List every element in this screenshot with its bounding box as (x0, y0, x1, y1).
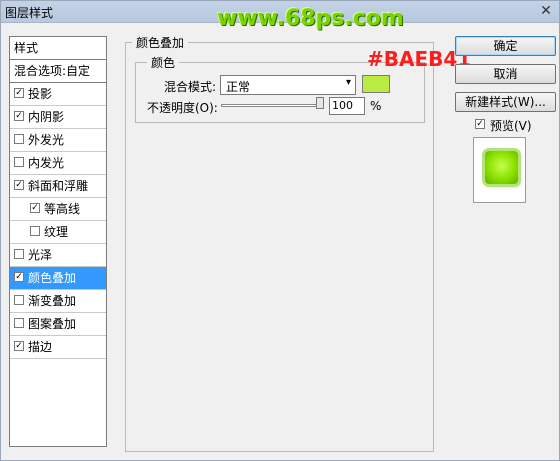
style-item-checkbox[interactable]: ✓ (14, 341, 24, 351)
blend-mode-select[interactable]: 正常 ▾ (220, 75, 356, 95)
color-overlay-title: 颜色叠加 (132, 34, 189, 51)
style-item-checkbox[interactable] (30, 226, 40, 236)
style-item-label: 外发光 (28, 133, 65, 147)
watermark: www.68ps.com (217, 6, 404, 31)
style-item-label: 颜色叠加 (28, 271, 77, 285)
preview-checkbox[interactable]: ✓ (475, 119, 485, 129)
window-title: 图层样式 (5, 6, 54, 20)
style-item-0[interactable]: ✓ 投影 (10, 83, 106, 106)
preview-swatch (485, 151, 518, 184)
layer-style-dialog: 图层样式 ✕ www.68ps.com 样式 混合选项:自定 ✓ 投影 ✓ 内阴影外发… (0, 0, 560, 461)
style-preview (473, 137, 526, 203)
style-item-checkbox[interactable] (14, 249, 24, 259)
style-item-label: 内发光 (28, 156, 65, 170)
style-item-8[interactable]: ✓ 颜色叠加 (10, 267, 106, 290)
overlay-color-swatch[interactable] (362, 75, 390, 93)
style-item-checkbox[interactable] (14, 157, 24, 167)
cancel-button[interactable]: 取消 (455, 64, 556, 84)
style-item-checkbox[interactable]: ✓ (14, 88, 24, 98)
style-item-label: 渐变叠加 (28, 294, 77, 308)
style-item-label: 光泽 (28, 248, 53, 262)
style-item-7[interactable]: 光泽 (10, 244, 106, 267)
style-item-label: 图案叠加 (28, 317, 77, 331)
style-item-1[interactable]: ✓ 内阴影 (10, 106, 106, 129)
style-item-3[interactable]: 内发光 (10, 152, 106, 175)
style-item-checkbox[interactable] (14, 318, 24, 328)
style-item-label: 纹理 (44, 225, 69, 239)
blend-mode-value: 正常 (226, 80, 251, 94)
style-item-checkbox[interactable]: ✓ (14, 272, 24, 282)
styles-header[interactable]: 样式 (10, 37, 106, 60)
style-item-checkbox[interactable]: ✓ (30, 203, 40, 213)
style-item-label: 等高线 (44, 202, 81, 216)
opacity-unit: % (370, 99, 382, 113)
style-item-10[interactable]: 图案叠加 (10, 313, 106, 336)
style-item-6[interactable]: 纹理 (10, 221, 106, 244)
new-style-button[interactable]: 新建样式(W)... (455, 92, 556, 112)
style-item-checkbox[interactable]: ✓ (14, 111, 24, 121)
blending-options-item[interactable]: 混合选项:自定 (10, 60, 106, 83)
style-item-label: 投影 (28, 87, 53, 101)
color-subgroup-title: 颜色 (147, 54, 180, 71)
style-item-9[interactable]: 渐变叠加 (10, 290, 106, 313)
chevron-down-icon: ▾ (345, 77, 351, 88)
style-item-2[interactable]: 外发光 (10, 129, 106, 152)
style-item-11[interactable]: ✓ 描边 (10, 336, 106, 359)
opacity-label: 不透明度(O): (147, 101, 218, 115)
style-item-checkbox[interactable] (14, 134, 24, 144)
close-icon[interactable]: ✕ (539, 4, 553, 18)
style-item-4[interactable]: ✓ 斜面和浮雕 (10, 175, 106, 198)
style-item-5[interactable]: ✓ 等高线 (10, 198, 106, 221)
preview-label: 预览(V) (490, 119, 532, 133)
style-item-checkbox[interactable] (14, 295, 24, 305)
style-item-label: 描边 (28, 340, 53, 354)
opacity-slider-track[interactable] (221, 104, 323, 107)
styles-list: 样式 混合选项:自定 ✓ 投影 ✓ 内阴影外发光内发光 ✓ 斜面和浮雕 ✓ 等高线纹理光泽 ✓ 颜… (9, 36, 107, 447)
style-item-checkbox[interactable]: ✓ (14, 180, 24, 190)
blend-mode-label: 混合模式: (164, 80, 217, 94)
ok-button[interactable]: 确定 (455, 36, 556, 56)
style-item-label: 斜面和浮雕 (28, 179, 89, 193)
style-item-label: 内阴影 (28, 110, 65, 124)
opacity-input[interactable]: 100 (329, 97, 365, 115)
opacity-slider-thumb[interactable] (316, 97, 324, 109)
